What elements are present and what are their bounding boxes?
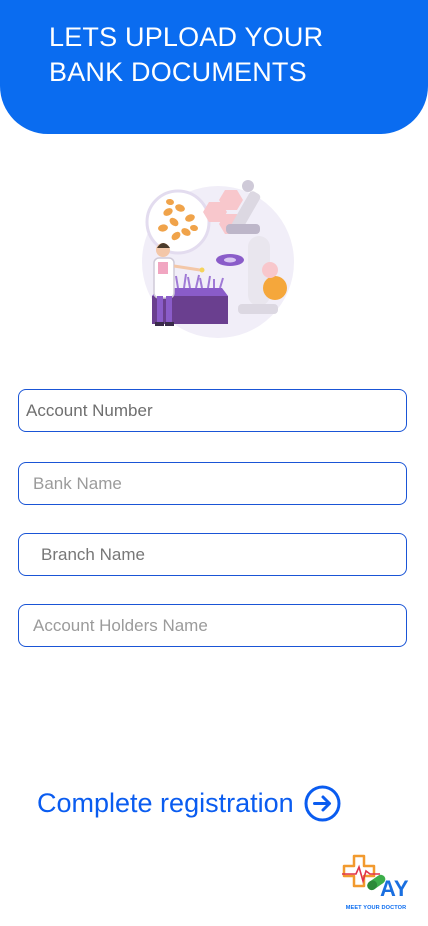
medical-cross-logo-icon: AY bbox=[342, 854, 409, 901]
complete-registration-label: Complete registration bbox=[37, 788, 294, 818]
bank-name-input[interactable] bbox=[19, 463, 406, 504]
account-holders-name-input[interactable] bbox=[19, 605, 406, 646]
scientist-microscope-illustration bbox=[142, 180, 294, 338]
account-number-field[interactable] bbox=[18, 389, 407, 432]
header-banner: LETS UPLOAD YOUR BANK DOCUMENTS bbox=[0, 0, 428, 134]
account-holders-name-field[interactable] bbox=[18, 604, 407, 647]
complete-registration-button[interactable]: Complete registration bbox=[37, 783, 341, 823]
logo-caption: MEET YOUR DOCTOR bbox=[345, 905, 407, 911]
branch-name-input[interactable] bbox=[19, 534, 406, 575]
bank-name-field[interactable] bbox=[18, 462, 407, 505]
meet-your-doctor-logo: AY MEET YOUR DOCTOR bbox=[340, 852, 412, 914]
account-number-input[interactable] bbox=[19, 390, 406, 431]
branch-name-field[interactable] bbox=[18, 533, 407, 576]
svg-text:AY: AY bbox=[380, 876, 409, 901]
page-title: LETS UPLOAD YOUR BANK DOCUMENTS bbox=[49, 22, 324, 87]
arrow-right-circle-icon[interactable] bbox=[304, 785, 341, 822]
